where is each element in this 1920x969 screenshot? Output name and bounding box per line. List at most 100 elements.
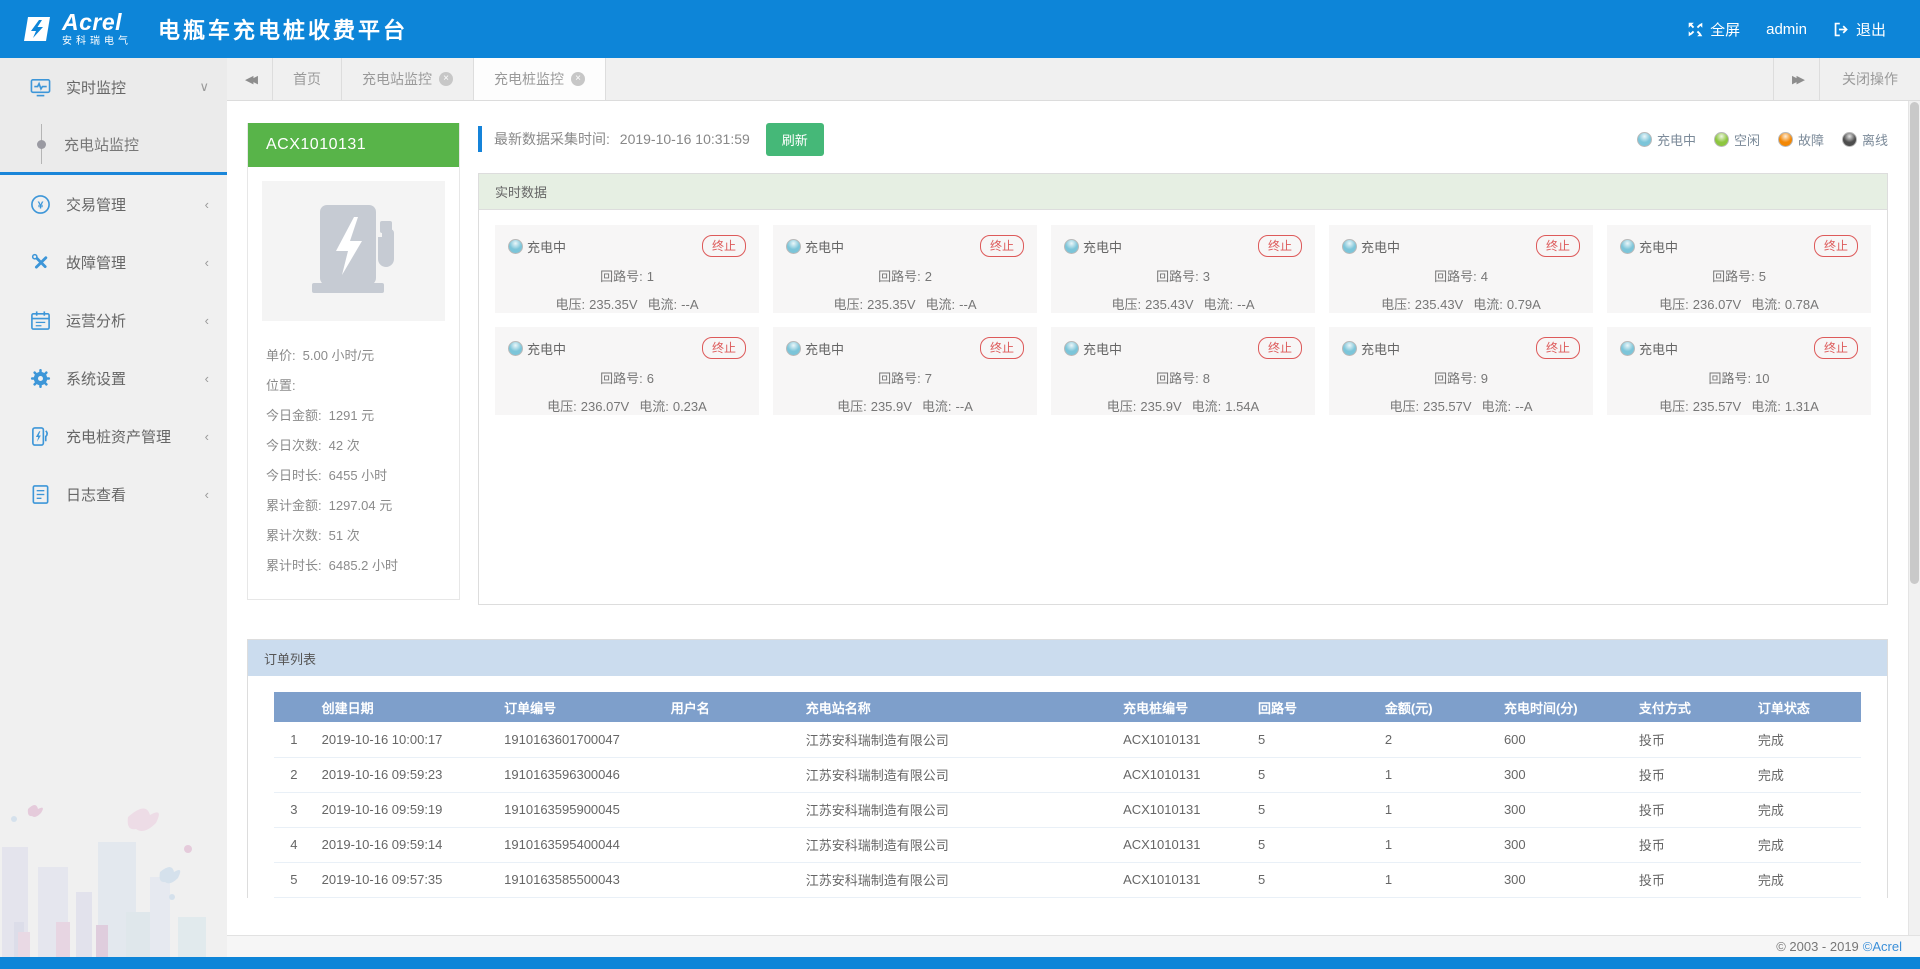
cell-minutes: 300 — [1496, 792, 1631, 827]
sidebar-item-analytics[interactable]: 运营分析 ‹ — [0, 291, 227, 349]
circuit-no: 9 — [1481, 371, 1488, 386]
sidebar-item-charger-assets[interactable]: 充电桩资产管理 ‹ — [0, 407, 227, 465]
cell-amount: 1 — [1377, 757, 1496, 792]
current-value: --A — [959, 297, 976, 312]
terminate-button[interactable]: 终止 — [702, 235, 746, 257]
terminate-button[interactable]: 终止 — [1258, 337, 1302, 359]
chevron-left-icon: ‹ — [205, 487, 209, 502]
cell-amount: 1 — [1377, 792, 1496, 827]
bottom-accent-bar — [0, 957, 1920, 969]
cell-payment: 投币 — [1631, 792, 1750, 827]
legend-label: 离线 — [1862, 130, 1888, 149]
terminate-button[interactable]: 终止 — [1536, 337, 1580, 359]
voltage-value: 235.9V — [1140, 399, 1181, 414]
tab-station-monitor[interactable]: 充电站监控 × — [342, 58, 474, 100]
fullscreen-button[interactable]: 全屏 — [1679, 19, 1748, 40]
stat-label: 单价: — [266, 348, 296, 363]
circuit-status: 充电中 — [527, 339, 566, 358]
orders-panel: 订单列表 创建日期 订单编号 用 — [247, 639, 1888, 898]
fullscreen-icon — [1687, 21, 1704, 38]
terminate-button[interactable]: 终止 — [980, 337, 1024, 359]
sidebar-item-label: 系统设置 — [66, 368, 126, 389]
circuit-no: 5 — [1759, 269, 1766, 284]
tabs-scroll-right-button[interactable]: ▶▶ — [1773, 58, 1819, 100]
terminate-button[interactable]: 终止 — [702, 337, 746, 359]
circuit-no-label: 回路号: — [878, 371, 921, 386]
tab-close-icon[interactable]: × — [439, 72, 453, 86]
cell-minutes: 600 — [1496, 722, 1631, 757]
sidebar-item-logs[interactable]: 日志查看 ‹ — [0, 465, 227, 523]
cell-pile: ACX1010131 — [1115, 827, 1250, 862]
current-label: 电流: — [1473, 297, 1503, 312]
circuit-status: 充电中 — [527, 237, 566, 256]
table-row[interactable]: 3 2019-10-16 09:59:19 1910163595900045 江… — [274, 792, 1861, 827]
circuit-status: 充电中 — [1639, 339, 1678, 358]
voltage-label: 电压: — [1107, 399, 1137, 414]
collect-time-label: 最新数据采集时间: — [494, 131, 610, 147]
footer-brand-link[interactable]: ©Acrel — [1863, 939, 1902, 954]
terminate-button[interactable]: 终止 — [1536, 235, 1580, 257]
logout-button[interactable]: 退出 — [1825, 19, 1894, 40]
table-row[interactable]: 5 2019-10-16 09:57:35 1910163585500043 江… — [274, 862, 1861, 897]
status-dot-charging — [1342, 341, 1357, 356]
sidebar-item-realtime-monitor[interactable]: 实时监控 ∨ — [0, 58, 227, 116]
sidebar-item-settings[interactable]: 系统设置 ‹ — [0, 349, 227, 407]
column-header: 订单状态 — [1750, 692, 1861, 722]
cell-amount: 1 — [1377, 827, 1496, 862]
accent-bar — [478, 126, 482, 152]
sidebar-item-faults[interactable]: 故障管理 ‹ — [0, 233, 227, 291]
status-dot-charging — [1620, 239, 1635, 254]
tabs-scroll-left-button[interactable]: ◀◀ — [227, 58, 273, 100]
refresh-button[interactable]: 刷新 — [766, 123, 824, 156]
main-content: ACX1010131 单价:5. — [227, 101, 1920, 935]
orders-table-header-row: 创建日期 订单编号 用户名 充电站名称 充电桩编号 回路号 金额(元) 充电时间… — [274, 692, 1861, 722]
cell-minutes: 300 — [1496, 757, 1631, 792]
gear-icon — [30, 368, 51, 389]
cell-order-no: 1910163585500043 — [496, 862, 663, 897]
pile-id-header: ACX1010131 — [248, 123, 459, 167]
table-row[interactable]: 4 2019-10-16 09:59:14 1910163595400044 江… — [274, 827, 1861, 862]
terminate-button[interactable]: 终止 — [980, 235, 1024, 257]
current-value: 1.54A — [1225, 399, 1259, 414]
terminate-button[interactable]: 终止 — [1258, 235, 1302, 257]
current-label: 电流: — [922, 399, 952, 414]
chevron-left-icon: ‹ — [205, 255, 209, 270]
current-label: 电流: — [926, 297, 956, 312]
cell-date: 2019-10-16 09:57:35 — [314, 862, 497, 897]
terminate-button[interactable]: 终止 — [1814, 235, 1858, 257]
cell-station: 江苏安科瑞制造有限公司 — [798, 722, 1115, 757]
orders-table: 创建日期 订单编号 用户名 充电站名称 充电桩编号 回路号 金额(元) 充电时间… — [274, 692, 1861, 898]
vertical-scrollbar[interactable] — [1908, 101, 1920, 935]
scrollbar-thumb[interactable] — [1910, 102, 1919, 584]
terminate-button[interactable]: 终止 — [1814, 337, 1858, 359]
cell-order-no: 1910163596300046 — [496, 757, 663, 792]
close-operations-button[interactable]: 关闭操作 — [1819, 58, 1920, 100]
pile-info-card: ACX1010131 单价:5. — [247, 123, 460, 600]
voltage-value: 235.35V — [589, 297, 637, 312]
tab-home[interactable]: 首页 — [273, 58, 342, 100]
cell-pile: ACX1010131 — [1115, 757, 1250, 792]
cell-user — [663, 827, 798, 862]
user-menu[interactable]: admin — [1758, 21, 1815, 38]
cell-user — [663, 757, 798, 792]
cell-date: 2019-10-16 09:59:14 — [314, 827, 497, 862]
table-row[interactable]: 1 2019-10-16 10:00:17 1910163601700047 江… — [274, 722, 1861, 757]
cell-payment: 投币 — [1631, 862, 1750, 897]
cell-circuit: 5 — [1250, 862, 1377, 897]
column-header: 充电站名称 — [798, 692, 1115, 722]
table-row[interactable]: 2 2019-10-16 09:59:23 1910163596300046 江… — [274, 757, 1861, 792]
cell-station: 江苏安科瑞制造有限公司 — [798, 757, 1115, 792]
legend-fault-dot — [1778, 132, 1793, 147]
copyright-text: © 2003 - 2019 — [1776, 939, 1859, 954]
orders-panel-title: 订单列表 — [248, 640, 1887, 676]
tab-close-icon[interactable]: × — [571, 72, 585, 86]
sidebar-item-station-monitor[interactable]: 充电站监控 — [0, 116, 227, 172]
sidebar-item-transactions[interactable]: ¥ 交易管理 ‹ — [0, 175, 227, 233]
circuit-no-label: 回路号: — [1434, 269, 1477, 284]
current-value: 1.31A — [1785, 399, 1819, 414]
circuit-no-label: 回路号: — [1156, 371, 1199, 386]
acrel-logo-icon — [22, 14, 52, 44]
voltage-label: 电压: — [1381, 297, 1411, 312]
tab-pile-monitor[interactable]: 充电桩监控 × — [474, 58, 606, 100]
fault-icon — [30, 252, 51, 273]
